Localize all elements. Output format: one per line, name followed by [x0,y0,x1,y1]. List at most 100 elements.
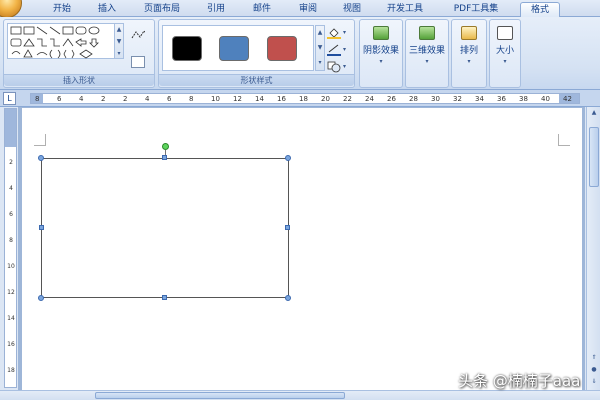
diamond-icon[interactable] [79,49,93,59]
vertical-ruler-tick-label: 14 [7,315,15,322]
edit-shape-icon[interactable] [131,28,145,40]
horizontal-scroll-thumb[interactable] [95,392,345,399]
triangle-icon[interactable] [23,38,35,47]
curve-icon[interactable] [11,51,21,55]
horizontal-scrollbar[interactable] [0,390,600,400]
tab-selector[interactable]: L [3,92,16,105]
zigzag-icon[interactable] [62,38,74,47]
browse-object-icon[interactable]: ● [588,364,600,376]
arrange-dropdown-icon: ▾ [467,58,471,65]
shape-fill-icon[interactable] [327,26,341,39]
vertical-ruler[interactable]: 2 4 6 8 10 12 14 16 18 [4,108,17,388]
rounded-rect-icon-2[interactable] [10,38,22,47]
ruler-tick-label: 4 [79,95,84,103]
right-bracket-icon[interactable] [71,49,75,59]
style-scroll-up-icon[interactable]: ▲ [316,26,324,41]
elbow-connector-icon[interactable] [37,38,47,47]
insert-shapes-group-label: 插入形状 [4,74,154,86]
resize-handle-right[interactable] [285,225,290,230]
style-swatch-red[interactable] [267,36,297,61]
shape-styles-scroll[interactable]: ▲ ▼ ▾ [315,25,325,71]
resize-handle-bottom[interactable] [162,295,167,300]
style-more-icon[interactable]: ▾ [316,56,324,71]
change-shape-dropdown-icon[interactable]: ▾ [343,63,346,70]
shape-fill-dropdown-icon[interactable]: ▾ [343,29,346,36]
prev-page-icon[interactable]: ⇑ [588,352,600,364]
ruler-tick-label: 42 [563,95,572,103]
ruler-tick-label: 34 [475,95,484,103]
resize-handle-bottom-right[interactable] [285,295,291,301]
tab-mailings[interactable]: 邮件 [250,2,274,17]
vertical-ruler-tick-label: 16 [7,341,15,348]
shadow-effects-button[interactable]: 阴影效果 ▾ [360,22,402,88]
three-d-effects-group: 三维效果 ▾ [405,19,449,88]
ruler-tick-label: 18 [299,95,308,103]
three-d-effects-button[interactable]: 三维效果 ▾ [406,22,448,88]
left-brace-icon[interactable] [49,49,53,59]
vertical-scrollbar[interactable]: ▲ ⇑ ● ⇓ [586,107,600,390]
resize-handle-left[interactable] [39,225,44,230]
resize-handle-top-right[interactable] [285,155,291,161]
tab-pdf-tools[interactable]: PDF工具集 [448,2,504,17]
change-shape-icon[interactable] [327,60,341,73]
free-triangle-icon[interactable] [23,49,33,58]
tab-review[interactable]: 审阅 [296,2,320,17]
rectangle-icon[interactable] [62,26,74,35]
tab-format[interactable]: 格式 [520,2,560,18]
vertical-ruler-tick-label: 8 [9,237,13,244]
shape-outline-icon[interactable] [327,43,341,56]
style-scroll-down-icon[interactable]: ▼ [316,41,324,56]
left-bracket-icon[interactable] [63,49,67,59]
shapes-gallery-scroll[interactable]: ▲ ▼ ▾ [114,23,124,59]
ribbon-tab-bar: 开始 插入 页面布局 引用 邮件 审阅 视图 开发工具 PDF工具集 格式 [0,0,600,18]
line-icon[interactable] [36,26,48,35]
shapes-gallery[interactable] [7,23,115,59]
vertical-scroll-thumb[interactable] [589,127,599,187]
text-box-icon[interactable] [10,26,22,35]
rotation-handle[interactable] [162,143,169,150]
horizontal-ruler[interactable]: 8 6 4 2 2 4 6 8 10 12 14 16 18 20 22 24 26 28 30 32 34 36 38 40… [30,93,580,104]
vertical-ruler-tick-label: 12 [7,289,15,296]
resize-handle-top[interactable] [162,155,167,160]
resize-handle-bottom-left[interactable] [38,295,44,301]
office-button[interactable] [0,0,22,18]
style-swatch-blue[interactable] [219,36,249,61]
down-arrow-icon[interactable] [89,38,99,48]
tab-home[interactable]: 开始 [50,2,74,17]
tab-view[interactable]: 视图 [340,2,364,17]
arc-icon[interactable] [36,52,48,56]
scroll-up-icon[interactable]: ▲ [115,24,123,36]
size-group: 大小 ▾ [489,19,521,88]
scroll-up-arrow-icon[interactable]: ▲ [588,107,600,119]
size-icon [497,26,513,40]
right-brace-icon[interactable] [57,49,61,59]
arrow-line-icon[interactable] [49,26,61,35]
resize-handle-top-left[interactable] [38,155,44,161]
shape-styles-gallery[interactable] [162,25,314,71]
three-d-effects-label: 三维效果 [408,46,445,56]
tab-page-layout[interactable]: 页面布局 [140,2,184,17]
scroll-down-icon[interactable]: ▼ [115,36,123,48]
right-arrow-icon[interactable] [75,38,87,47]
arrange-label: 排列 [459,46,478,56]
oval-icon[interactable] [88,26,100,35]
arrange-button[interactable]: 排列 ▾ [452,22,486,88]
tab-insert[interactable]: 插入 [95,2,119,17]
rectangle-shape[interactable] [41,158,289,298]
tab-references[interactable]: 引用 [204,2,228,17]
size-button[interactable]: 大小 ▾ [490,22,520,88]
style-swatch-black[interactable] [172,36,202,61]
shape-outline-dropdown-icon[interactable]: ▾ [343,46,346,53]
ruler-tick-label: 12 [233,95,242,103]
shape-styles-group-label: 形状样式 [159,74,354,86]
vertical-text-box-icon[interactable] [23,26,35,35]
ruler-tick-label: 40 [541,95,550,103]
tab-developer[interactable]: 开发工具 [383,2,427,17]
elbow-arrow-icon[interactable] [50,38,60,47]
ruler-tick-label: 22 [343,95,352,103]
rounded-rectangle-icon[interactable] [75,26,87,35]
shapes-gallery-icons [10,26,100,59]
next-page-icon[interactable]: ⇓ [588,376,600,388]
text-box-link-icon[interactable] [131,56,145,68]
more-icon[interactable]: ▾ [115,48,123,60]
